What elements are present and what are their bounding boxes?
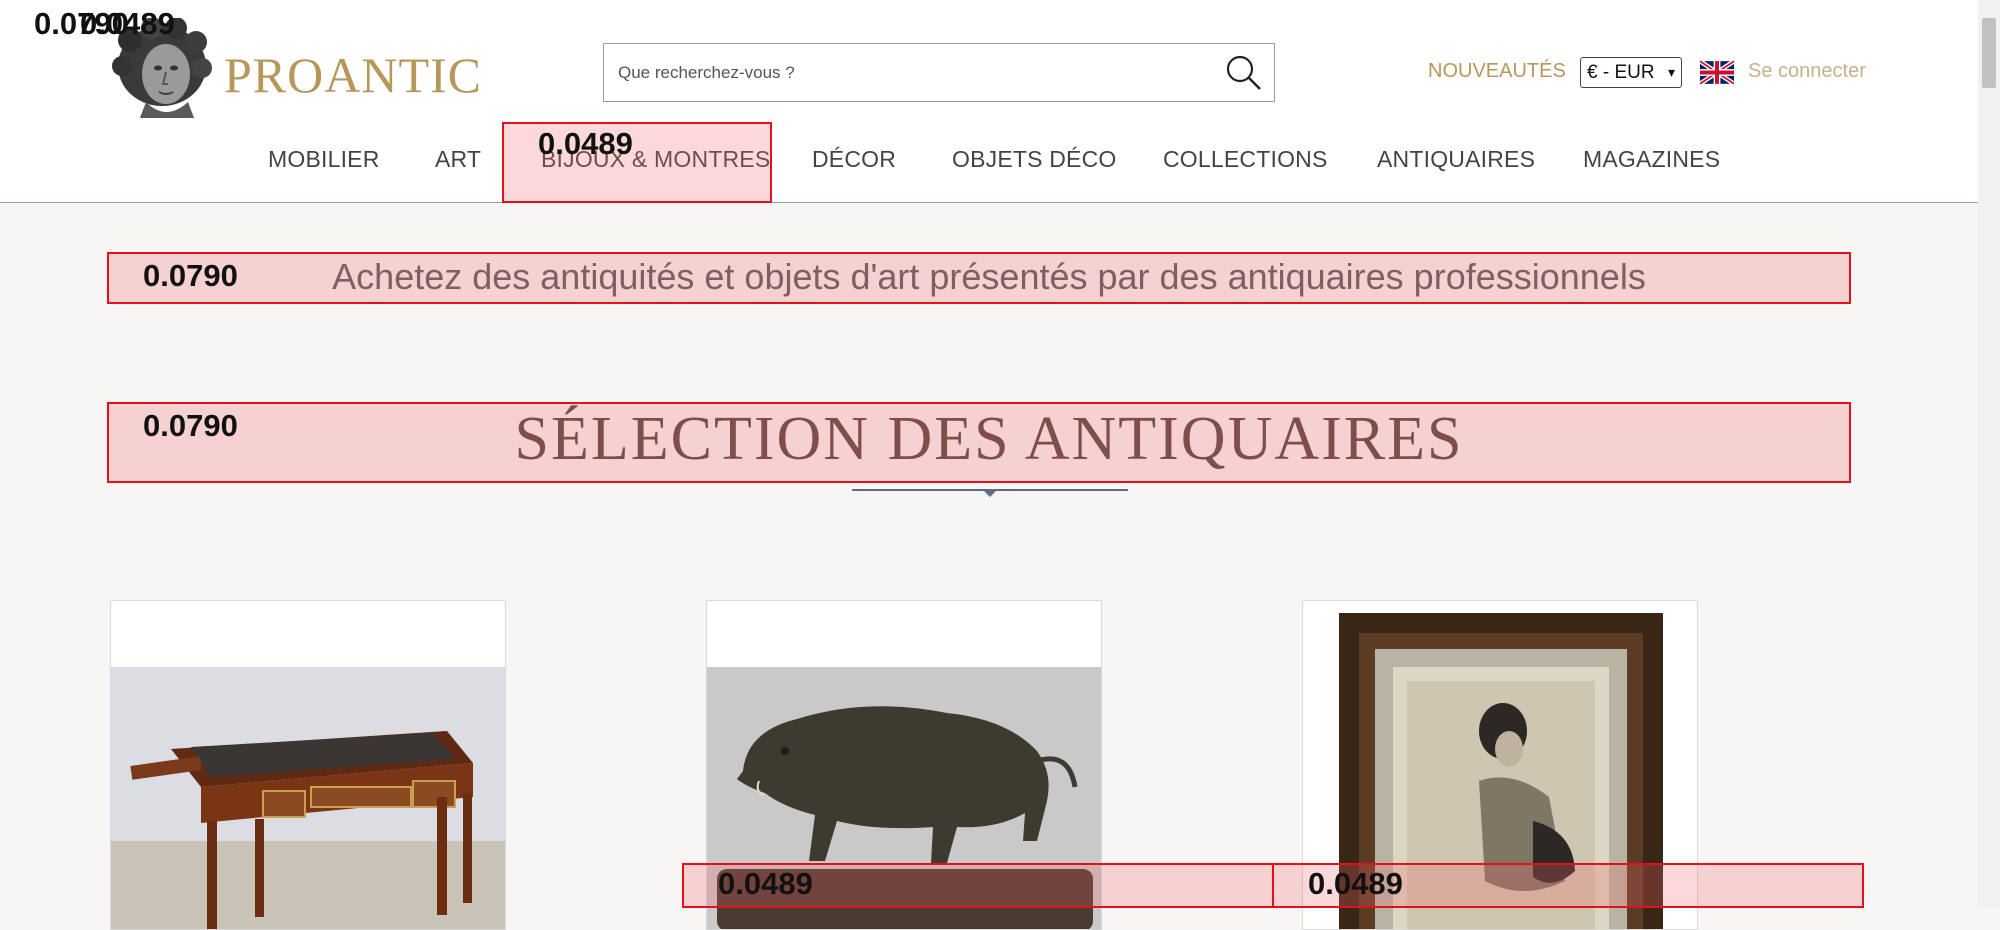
highlight-box	[107, 402, 1851, 483]
score-label: 0.0489	[80, 6, 175, 41]
nav-item-decor[interactable]: DÉCOR	[812, 146, 896, 173]
nav-item-art[interactable]: ART	[435, 146, 481, 173]
uk-flag-icon[interactable]	[1698, 59, 1736, 86]
score-label: 0.0489	[1308, 866, 1403, 901]
score-label: 0.0790	[143, 258, 238, 293]
chevron-down-icon: ▾	[1667, 64, 1675, 80]
score-label: 0.0790	[143, 408, 238, 443]
desk-image	[111, 667, 505, 929]
highlight-box	[107, 252, 1851, 304]
score-label: 0.0489	[718, 866, 813, 901]
main-nav: MOBILIER ART BIJOUX & MONTRES DÉCOR OBJE…	[0, 146, 1978, 180]
nav-item-mobilier[interactable]: MOBILIER	[268, 146, 380, 173]
product-card-desk[interactable]	[110, 600, 506, 930]
search-icon[interactable]	[1224, 53, 1264, 93]
scrollbar-thumb[interactable]	[1982, 18, 1996, 88]
nav-item-collections[interactable]: COLLECTIONS	[1163, 146, 1328, 173]
nav-item-objets-deco[interactable]: OBJETS DÉCO	[952, 146, 1117, 173]
nav-item-magazines[interactable]: MAGAZINES	[1583, 146, 1720, 173]
search-input[interactable]	[618, 44, 1198, 101]
currency-value: € - EUR	[1587, 62, 1655, 83]
site-header: PROANTIC NOUVEAUTÉS € - EUR ▾ Se connect…	[0, 0, 1978, 203]
search-bar	[603, 43, 1275, 102]
page-scrollbar[interactable]	[1978, 0, 2000, 908]
brand-name[interactable]: PROANTIC	[224, 46, 482, 104]
nav-item-antiquaires[interactable]: ANTIQUAIRES	[1377, 146, 1535, 173]
login-link[interactable]: Se connecter	[1748, 60, 1866, 83]
nouveautes-link[interactable]: NOUVEAUTÉS	[1428, 60, 1566, 83]
score-label: 0.0489	[538, 126, 633, 161]
divider-arrow-icon	[982, 489, 998, 497]
currency-select[interactable]: € - EUR ▾	[1580, 57, 1682, 88]
